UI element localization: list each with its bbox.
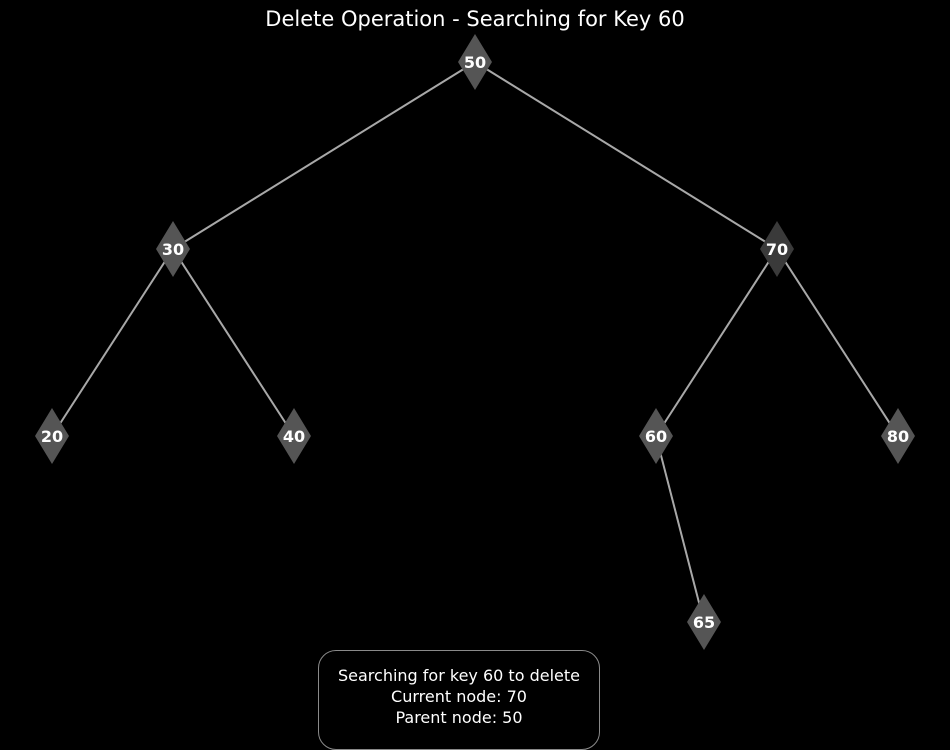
status-search-text: Searching for key 60 to delete — [338, 666, 580, 685]
status-current-node: Current node: 70 — [391, 687, 527, 706]
node-label-80: 80 — [887, 427, 909, 446]
edge-50-70 — [474, 61, 778, 250]
edge-70-60 — [655, 248, 778, 437]
node-label-70: 70 — [766, 240, 788, 259]
tree-node-65: 65 — [687, 594, 721, 650]
edges-layer — [51, 61, 899, 623]
edge-30-20 — [51, 248, 174, 437]
diagram-title: Delete Operation - Searching for Key 60 — [265, 7, 684, 31]
node-label-20: 20 — [41, 427, 63, 446]
bst-diagram: Delete Operation - Searching for Key 60 … — [35, 7, 915, 650]
nodes-layer: 50 30 70 20 40 60 80 65 — [35, 34, 915, 650]
node-label-50: 50 — [464, 53, 486, 72]
edge-60-65 — [655, 435, 705, 623]
status-parent-node: Parent node: 50 — [395, 708, 523, 727]
node-label-30: 30 — [162, 240, 184, 259]
status-info-box: Searching for key 60 to delete Current n… — [318, 650, 600, 750]
tree-node-50: 50 — [458, 34, 492, 90]
node-label-65: 65 — [693, 613, 715, 632]
edge-30-40 — [172, 248, 295, 437]
node-label-60: 60 — [645, 427, 667, 446]
node-label-40: 40 — [283, 427, 305, 446]
edge-70-80 — [776, 248, 899, 437]
edge-50-30 — [172, 61, 476, 250]
